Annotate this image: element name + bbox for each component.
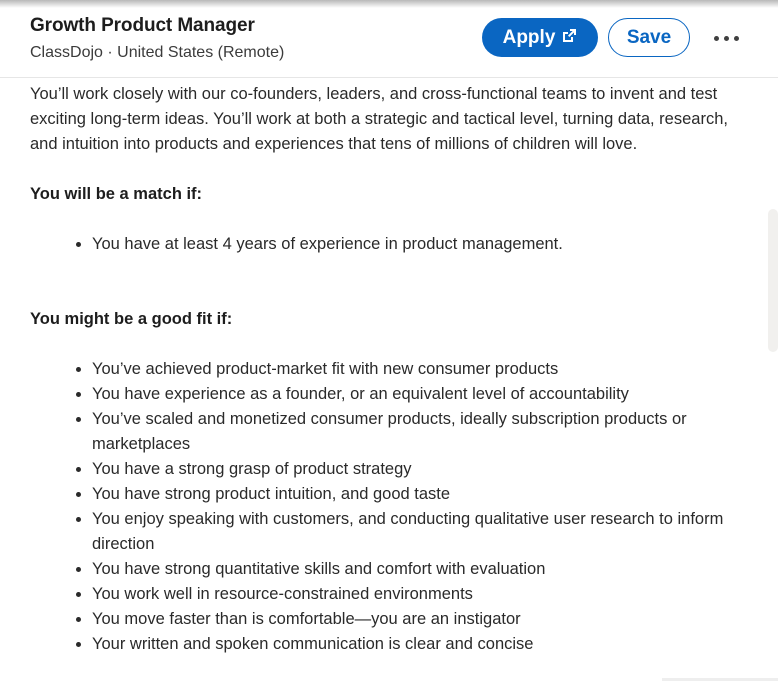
- list-item: Your written and spoken communication is…: [92, 632, 730, 657]
- company-location: ClassDojo · United States (Remote): [30, 44, 285, 61]
- intro-paragraph: You’ll work closely with our co-founders…: [30, 85, 728, 153]
- fit-heading: You might be a good fit if:: [30, 310, 233, 328]
- list-item: You enjoy speaking with customers, and c…: [92, 507, 730, 557]
- fit-list: You’ve achieved product-market fit with …: [30, 357, 730, 657]
- job-title: Growth Product Manager: [30, 15, 255, 36]
- list-item: You’ve achieved product-market fit with …: [92, 357, 730, 382]
- more-horizontal-icon-dot: [733, 35, 739, 41]
- list-item: You’ve scaled and monetized consumer pro…: [92, 407, 730, 457]
- list-item: You work well in resource-constrained en…: [92, 582, 730, 607]
- vertical-scrollbar-thumb[interactable]: [768, 209, 778, 352]
- more-horizontal-icon-dot: [723, 35, 729, 41]
- list-item: You have strong product intuition, and g…: [92, 482, 730, 507]
- apply-button[interactable]: Apply: [482, 18, 598, 57]
- job-description: You’ll work closely with our co-founders…: [30, 82, 730, 657]
- list-item: You have a strong grasp of product strat…: [92, 457, 730, 482]
- top-shadow: [0, 0, 778, 8]
- save-label: Save: [626, 26, 672, 48]
- list-item: You have experience as a founder, or an …: [92, 382, 730, 407]
- more-options-button[interactable]: [706, 24, 746, 52]
- external-link-icon: [563, 28, 577, 42]
- job-header: Growth Product Manager ClassDojo · Unite…: [0, 0, 778, 78]
- list-item: You have at least 4 years of experience …: [92, 232, 730, 257]
- match-heading: You will be a match if:: [30, 185, 203, 203]
- more-horizontal-icon: [713, 35, 719, 41]
- save-button[interactable]: Save: [608, 18, 690, 57]
- apply-label: Apply: [502, 26, 556, 48]
- match-list: You have at least 4 years of experience …: [30, 232, 730, 257]
- list-item: You have strong quantitative skills and …: [92, 557, 730, 582]
- list-item: You move faster than is comfortable—you …: [92, 607, 730, 632]
